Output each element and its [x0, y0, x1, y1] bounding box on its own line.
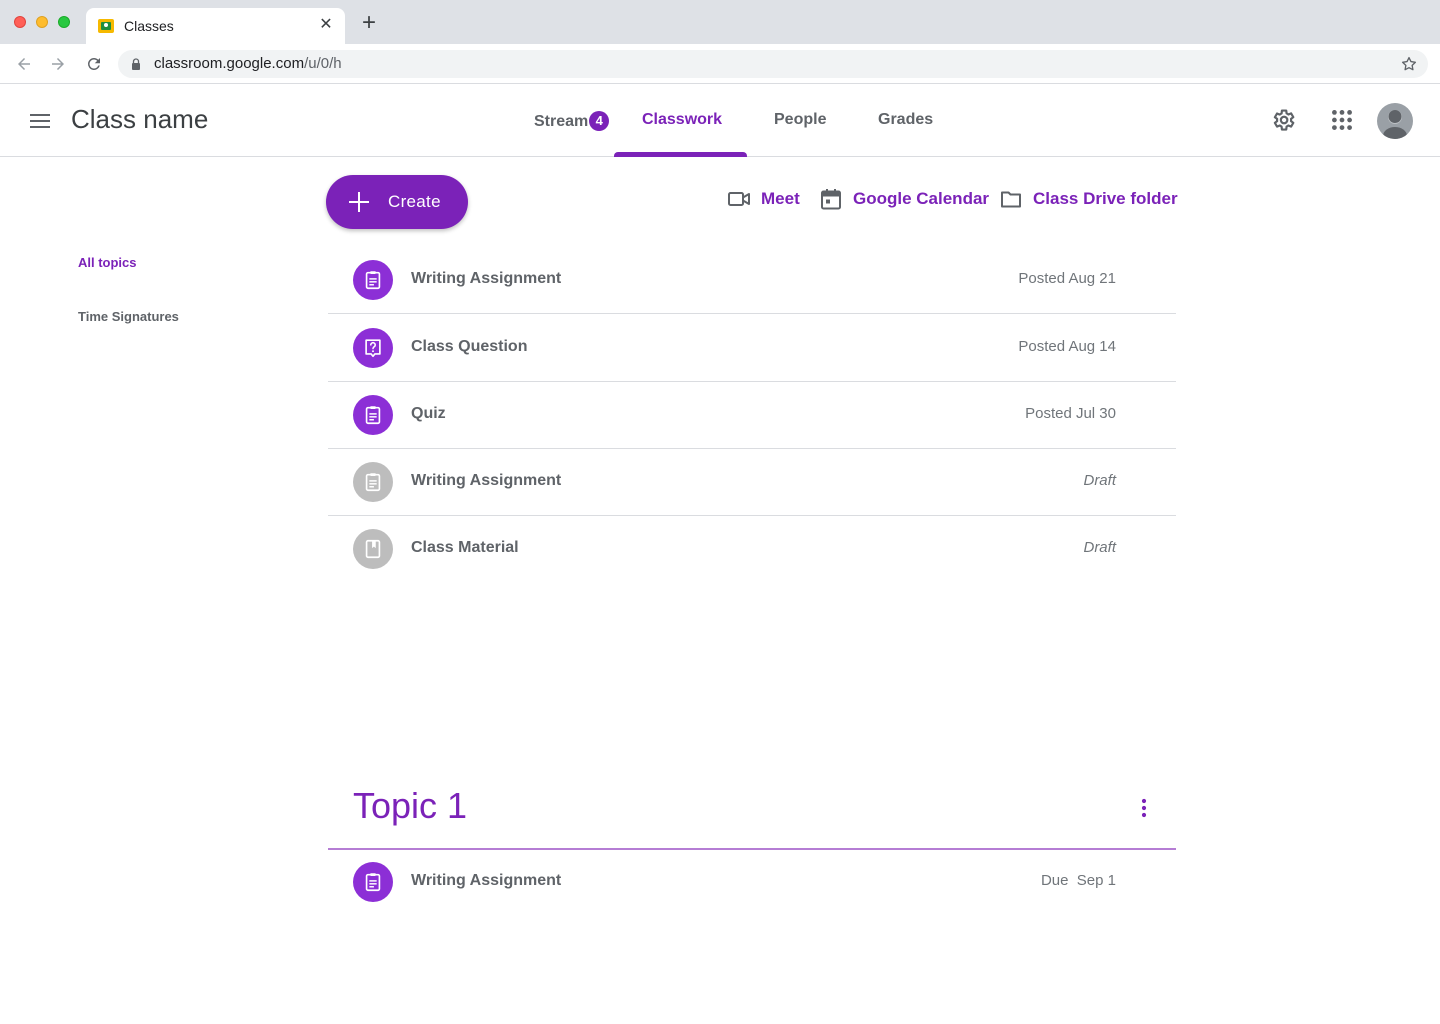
google-calendar-link[interactable]: Google Calendar	[819, 187, 989, 211]
due-date: Due Sep 1	[1040, 872, 1116, 889]
topic-classwork-item[interactable]: Writing Assignment Due Sep 1	[328, 849, 1176, 916]
create-button[interactable]: Create	[326, 175, 468, 229]
classwork-item-date: Posted Aug 14	[1018, 338, 1116, 355]
classwork-item[interactable]: Class Material Draft	[328, 516, 1176, 583]
classwork-item-title: Writing Assignment	[411, 472, 562, 489]
classwork-item-title: Class Material	[411, 539, 519, 556]
app-header: Class name Stream 4 Classwork People Grad…	[0, 85, 1440, 157]
address-bar[interactable]: classroom.google.com/u/0/h	[118, 50, 1428, 78]
classwork-item-title: Writing Assignment	[411, 872, 562, 889]
back-arrow-icon[interactable]	[12, 52, 36, 76]
assignment-icon	[353, 462, 393, 502]
draft-label: Draft	[1083, 472, 1116, 489]
plus-icon	[349, 192, 369, 212]
google-calendar-link-label: Google Calendar	[853, 189, 990, 208]
classwork-item-title: Class Question	[411, 338, 528, 355]
topic-time-signatures[interactable]: Time Signatures	[78, 309, 179, 324]
forward-arrow-icon[interactable]	[46, 52, 70, 76]
classwork-item[interactable]: Quiz Posted Jul 30	[328, 382, 1176, 449]
classwork-item[interactable]: Writing Assignment Draft	[328, 449, 1176, 516]
tab-grades[interactable]: Grades	[878, 111, 933, 129]
material-icon	[353, 529, 393, 569]
classwork-item-date: Posted Aug 21	[1018, 270, 1116, 287]
browser-toolbar: classroom.google.com/u/0/h	[0, 44, 1440, 84]
assignment-icon	[353, 862, 393, 902]
assignment-icon	[353, 260, 393, 300]
class-drive-folder-link[interactable]: Class Drive folder	[999, 187, 1178, 211]
create-button-label: Create	[388, 192, 441, 211]
lock-icon	[132, 58, 140, 70]
close-window-button[interactable]	[14, 16, 26, 28]
maximize-window-button[interactable]	[58, 16, 70, 28]
tab-close-icon[interactable]: ✕	[317, 16, 335, 34]
account-avatar[interactable]	[1377, 103, 1413, 139]
meet-link[interactable]: Meet	[727, 187, 800, 211]
question-icon	[353, 328, 393, 368]
tab-stream-label: Stream	[534, 113, 589, 130]
classwork-item-date: Posted Jul 30	[1025, 405, 1116, 422]
person-icon	[1383, 110, 1407, 139]
main-menu-icon[interactable]	[28, 109, 52, 133]
url-path: /u/0/h	[304, 55, 342, 72]
classwork-item-title: Writing Assignment	[411, 270, 562, 287]
video-camera-icon	[728, 192, 750, 206]
stream-badge: 4	[589, 111, 610, 131]
tab-title: Classes	[124, 18, 174, 34]
topic-all-topics[interactable]: All topics	[78, 255, 137, 270]
classroom-favicon-icon	[98, 19, 114, 33]
draft-label: Draft	[1083, 539, 1116, 556]
url-host: classroom.google.com	[154, 55, 305, 72]
minimize-window-button[interactable]	[36, 16, 48, 28]
topic-heading: Topic 1	[353, 785, 468, 826]
more-vert-icon[interactable]	[1132, 796, 1156, 820]
assignment-icon	[353, 395, 393, 435]
gear-icon[interactable]	[1270, 107, 1296, 133]
class-drive-folder-link-label: Class Drive folder	[1033, 189, 1178, 208]
classwork-item[interactable]: Class Question Posted Aug 14	[328, 315, 1176, 382]
url-text: classroom.google.com/u/0/h	[154, 55, 342, 72]
tab-stream[interactable]: Stream 4	[534, 111, 610, 131]
classwork-item-title: Quiz	[411, 405, 446, 422]
bookmark-star-icon[interactable]	[1400, 55, 1418, 73]
tab-classwork[interactable]: Classwork	[642, 111, 722, 129]
reload-icon[interactable]	[82, 52, 106, 76]
meet-link-label: Meet	[761, 189, 800, 208]
browser-tabstrip: Classes ✕ +	[0, 0, 1440, 44]
class-title[interactable]: Class name	[71, 104, 208, 135]
folder-icon	[1001, 191, 1021, 208]
active-tab-indicator	[614, 152, 747, 157]
new-tab-button[interactable]: +	[358, 11, 380, 35]
apps-grid-icon[interactable]	[1329, 107, 1355, 133]
tab-people[interactable]: People	[774, 111, 826, 129]
browser-tab[interactable]: Classes ✕	[86, 8, 345, 44]
classwork-item[interactable]: Writing Assignment Posted Aug 21	[328, 247, 1176, 314]
calendar-icon	[821, 189, 841, 210]
